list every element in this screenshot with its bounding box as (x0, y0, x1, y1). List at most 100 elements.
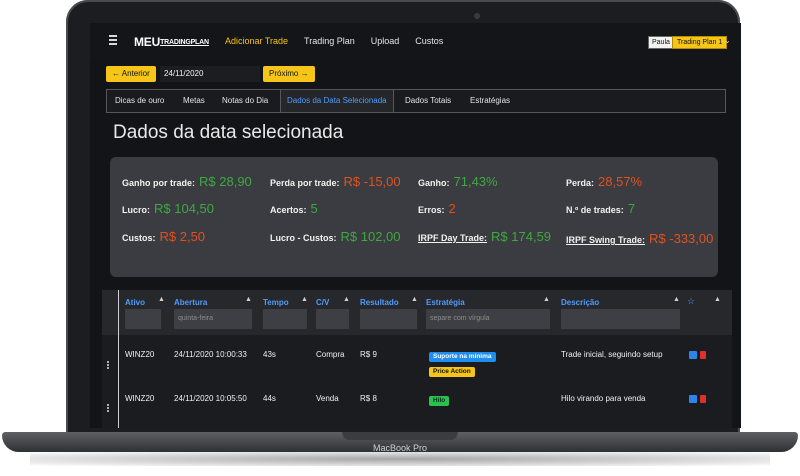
stat-erros: Erros: 2 (418, 201, 456, 216)
cell-ativo: WINZ20 (125, 394, 155, 403)
plan-select[interactable]: Trading Plan 1 (672, 36, 728, 49)
cell-descricao: Hilo virando para venda (561, 394, 646, 403)
stat-value: 5 (310, 201, 318, 216)
cv-filter-input[interactable] (316, 309, 349, 329)
stat-label: Ganho por trade: (122, 178, 196, 188)
user-badge[interactable]: Paula (648, 36, 674, 49)
column-header-descricao[interactable]: Descrição (561, 298, 599, 307)
nav-link-adicionar-trade[interactable]: Adicionar Trade (225, 36, 288, 46)
cell-ativo: WINZ20 (125, 350, 155, 359)
sort-icon[interactable]: ▲ (714, 296, 721, 303)
next-date-button[interactable]: Próximo → (263, 66, 315, 82)
nav-link-trading-plan[interactable]: Trading Plan (304, 36, 355, 46)
page-title: Dados da data selecionada (113, 122, 344, 143)
sort-icon[interactable]: ▲ (543, 296, 550, 303)
navbar: MEUTRADINGPLAN Adicionar Trade Trading P… (90, 23, 741, 59)
tab-dados-totais[interactable]: Dados Totais (405, 90, 451, 112)
stat-n-trades: N.º de trades: 7 (566, 201, 635, 216)
stat-value: R$ 174,59 (491, 229, 552, 244)
cell-resultado: R$ 8 (360, 394, 377, 403)
sort-icon[interactable]: ▲ (411, 296, 418, 303)
nav-link-upload[interactable]: Upload (371, 36, 400, 46)
descricao-filter-input[interactable] (561, 309, 680, 329)
stat-label: Perda por trade: (270, 178, 340, 188)
stat-label: N.º de trades: (566, 205, 624, 215)
tab-metas[interactable]: Metas (183, 90, 205, 112)
column-header-tempo[interactable]: Tempo (263, 298, 289, 307)
edit-icon[interactable] (689, 395, 697, 403)
sort-icon[interactable]: ▲ (158, 296, 165, 303)
stat-value: 71,43% (453, 174, 498, 189)
column-header-resultado[interactable]: Resultado (360, 298, 399, 307)
stat-label: Acertos: (270, 205, 307, 215)
laptop-shadow (30, 452, 770, 466)
cell-cv: Compra (316, 350, 345, 359)
stat-ganho-por-trade: Ganho por trade: R$ 28,90 (122, 174, 252, 189)
stat-ganho: Ganho: 71,43% (418, 174, 498, 189)
trash-icon[interactable] (700, 395, 706, 403)
drag-handle-icon[interactable] (107, 360, 111, 370)
sort-icon[interactable]: ▲ (673, 296, 680, 303)
column-header-estrategia[interactable]: Estratégia (426, 298, 465, 307)
trash-icon[interactable] (700, 351, 706, 359)
camera (474, 13, 480, 19)
ativo-filter-input[interactable] (125, 309, 161, 329)
stat-label: Erros: (418, 205, 445, 215)
stat-label: Perda: (566, 178, 595, 188)
sort-icon[interactable]: ▲ (343, 296, 350, 303)
brand-main: MEU (134, 35, 161, 49)
tab-dados-data-selecionada[interactable]: Dados da Data Selecionada (280, 90, 394, 112)
stat-label[interactable]: IRPF Day Trade: (418, 233, 487, 243)
tab-notas-do-dia[interactable]: Notas do Dia (222, 90, 268, 112)
column-header-cv[interactable]: C/V (316, 298, 329, 307)
sort-icon[interactable]: ▲ (245, 296, 252, 303)
stat-label[interactable]: IRPF Swing Trade: (566, 235, 645, 245)
strategy-tag[interactable]: Suporte na mínima (429, 352, 496, 362)
sort-icon[interactable]: ▲ (301, 296, 308, 303)
edit-icon[interactable] (689, 351, 697, 359)
tab-bar: Dicas de ouro Metas Notas do Dia Dados d… (106, 89, 726, 113)
chevron-down-icon[interactable]: ⌄ (724, 36, 731, 45)
strategy-tag[interactable]: Price Action (429, 367, 475, 377)
stats-panel: Ganho por trade: R$ 28,90 Perda por trade… (110, 157, 718, 277)
stat-value: R$ 102,00 (340, 229, 401, 244)
resultado-filter-input[interactable] (360, 309, 417, 329)
table-row[interactable]: WINZ20 24/11/2020 10:05:50 44s Venda R$ … (102, 386, 732, 428)
tab-dicas-de-ouro[interactable]: Dicas de ouro (115, 90, 164, 112)
cell-tempo: 44s (263, 394, 276, 403)
stat-label: Lucro - Custos: (270, 233, 337, 243)
cell-abertura: 24/11/2020 10:00:33 (174, 350, 247, 359)
column-header-abertura[interactable]: Abertura (174, 298, 207, 307)
estrategia-filter-input[interactable]: separe com vírgula (426, 309, 550, 329)
stat-irpf-day-trade: IRPF Day Trade: R$ 174,59 (418, 229, 551, 244)
stat-label: Custos: (122, 233, 156, 243)
date-input[interactable]: 24/11/2020 (160, 66, 260, 82)
stat-perda: Perda: 28,57% (566, 174, 642, 189)
star-icon[interactable]: ☆ (687, 296, 695, 307)
stat-acertos: Acertos: 5 (270, 201, 318, 216)
drag-handle-icon[interactable] (107, 403, 111, 413)
tab-estrategias[interactable]: Estratégias (470, 90, 510, 112)
column-header-ativo[interactable]: Ativo (125, 298, 145, 307)
laptop-notch (342, 432, 458, 440)
laptop-base: MacBook Pro (0, 432, 800, 476)
stat-value: 2 (448, 201, 456, 216)
tempo-filter-input[interactable] (263, 309, 307, 329)
stat-value: 7 (627, 201, 636, 216)
exit-icon[interactable] (109, 35, 117, 47)
brand-logo[interactable]: MEUTRADINGPLAN (134, 35, 209, 49)
cell-descricao: Trade inicial, seguindo setup (561, 350, 663, 359)
cell-tempo: 43s (263, 350, 276, 359)
stat-label: Ganho: (418, 178, 450, 188)
strategy-tag[interactable]: Hilo (429, 396, 450, 406)
nav-link-custos[interactable]: Custos (415, 36, 443, 46)
cell-cv: Venda (316, 394, 339, 403)
abertura-filter-input[interactable]: quinta-feira (174, 309, 252, 329)
stat-irpf-swing-trade: IRPF Swing Trade: R$ -333,00 (566, 229, 714, 250)
cell-resultado: R$ 9 (360, 350, 377, 359)
stat-value: R$ -15,00 (343, 174, 401, 189)
stat-label: Lucro: (122, 205, 150, 215)
prev-date-button[interactable]: ← Anterior (106, 66, 156, 82)
table-row[interactable]: WINZ20 24/11/2020 10:00:33 43s Compra R$… (102, 342, 732, 388)
cell-abertura: 24/11/2020 10:05:50 (174, 394, 247, 403)
